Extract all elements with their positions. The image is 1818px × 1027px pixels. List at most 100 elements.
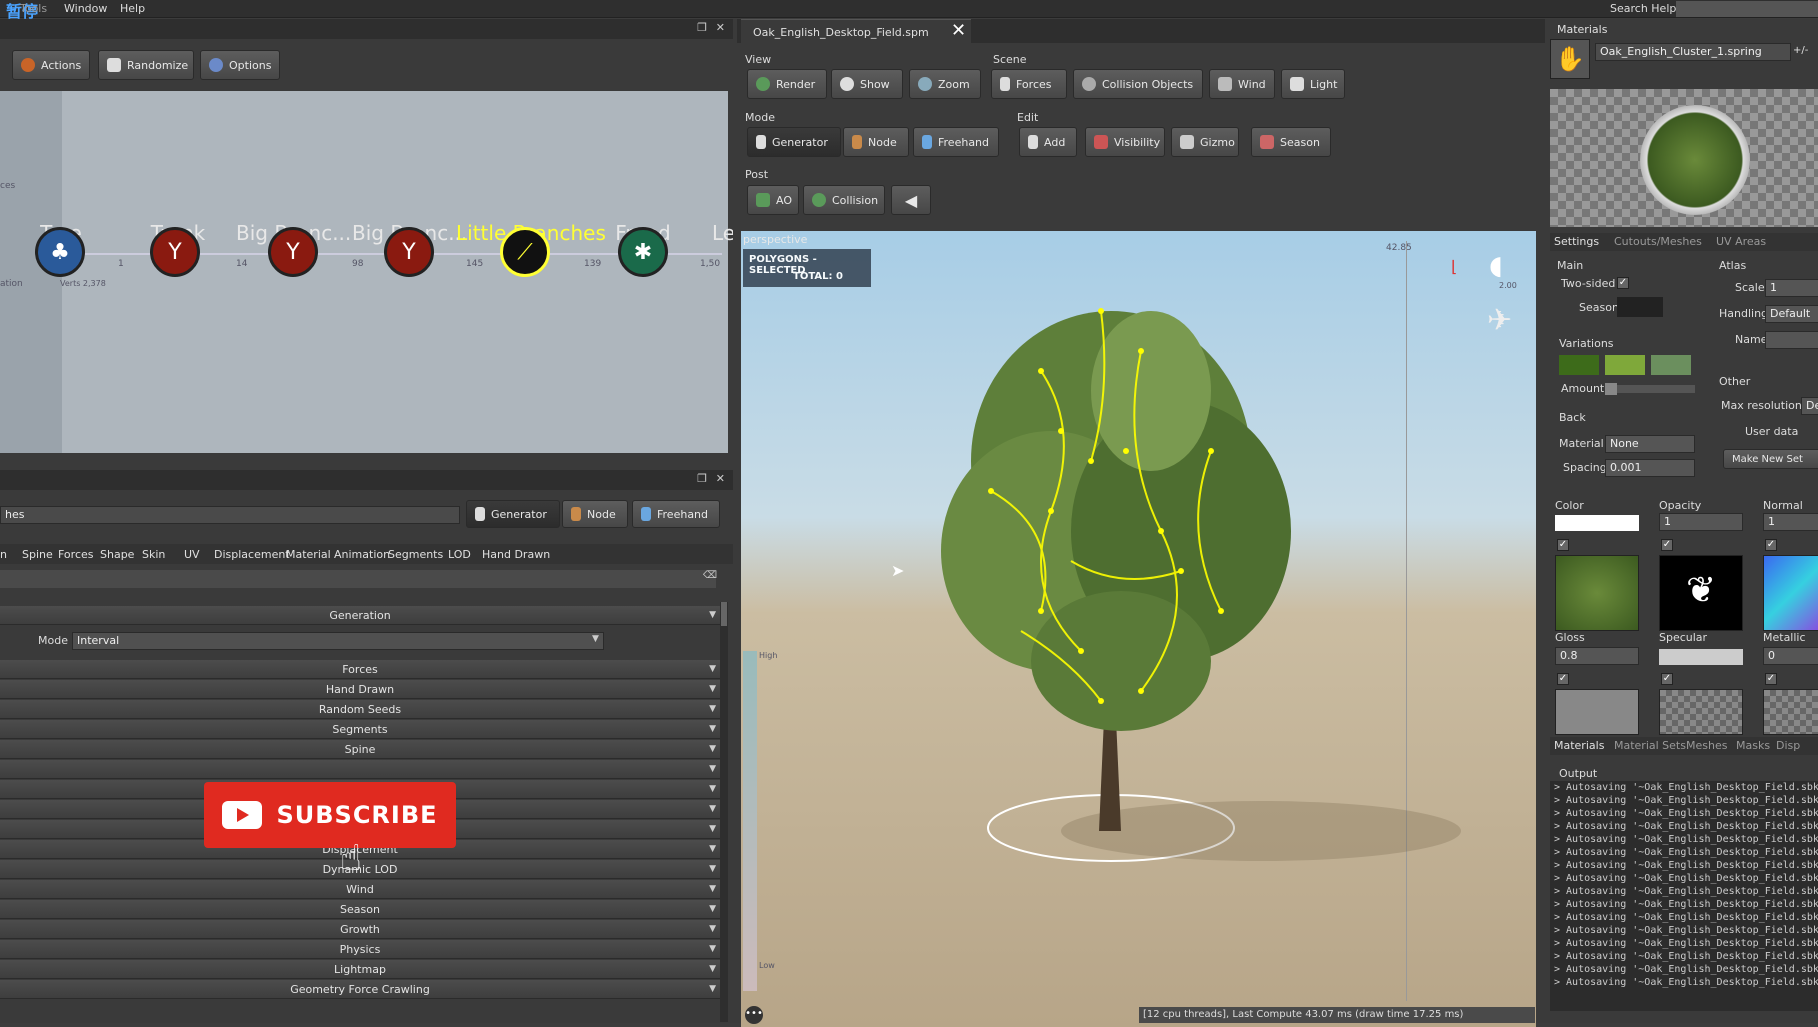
close-icon[interactable]: ✕ — [716, 21, 725, 34]
more-icon[interactable]: ••• — [745, 1006, 763, 1024]
scrollbar[interactable] — [720, 602, 728, 1022]
close-icon[interactable]: ✕ — [951, 20, 966, 41]
output-log[interactable]: > Autosaving '~Oak_English_Desktop_Field… — [1550, 781, 1818, 1011]
tab-material-sets[interactable]: Material Sets — [1614, 739, 1686, 752]
3d-viewport[interactable]: perspective POLYGONS - SELECTED TOTAL: 0… — [741, 231, 1536, 1027]
wind-button[interactable]: Wind — [1209, 69, 1275, 99]
tab-cutouts-meshes[interactable]: Cutouts/Meshes — [1614, 235, 1702, 248]
tab-lod[interactable]: LOD — [448, 548, 471, 561]
render-button[interactable]: Render — [747, 69, 827, 99]
variation-swatch[interactable] — [1605, 355, 1645, 375]
property-section-row[interactable]: Random Seeds ▼ — [0, 700, 720, 719]
name-input[interactable] — [1765, 331, 1818, 349]
forces-button[interactable]: Forces — [991, 69, 1067, 99]
opacity-input[interactable]: 1 — [1659, 513, 1743, 531]
metallic-map-checkbox[interactable]: ✓ — [1765, 673, 1777, 685]
make-new-set-button[interactable]: Make New Set — [1723, 449, 1818, 469]
opacity-map-checkbox[interactable]: ✓ — [1661, 539, 1673, 551]
freehand-mode-button[interactable]: Freehand — [913, 127, 999, 157]
tab-displacement[interactable]: Disp — [1776, 739, 1800, 752]
season-swatch[interactable] — [1617, 297, 1663, 317]
property-section-row[interactable]: Season ▼ — [0, 900, 720, 919]
color-map-thumbnail[interactable] — [1555, 555, 1639, 631]
spacing-input[interactable]: 0.001 — [1605, 459, 1695, 477]
scale-input[interactable]: 1 — [1765, 279, 1818, 297]
metallic-map-thumbnail[interactable] — [1763, 689, 1818, 735]
big-branches-node[interactable]: Y — [268, 227, 318, 277]
specular-swatch[interactable] — [1659, 649, 1743, 665]
trunk-node[interactable]: Y — [150, 227, 200, 277]
node-mode-button[interactable]: Node — [843, 127, 909, 157]
property-section-row[interactable]: Segments ▼ — [0, 720, 720, 739]
tab-hand-drawn[interactable]: Hand Drawn — [482, 548, 550, 561]
tab-uv[interactable]: UV — [184, 548, 200, 561]
property-section-row[interactable]: Wind ▼ — [0, 880, 720, 899]
color-map-checkbox[interactable]: ✓ — [1557, 539, 1569, 551]
hand-icon[interactable]: ✋ — [1550, 39, 1590, 79]
section-generation[interactable]: Generation ▼ — [0, 606, 720, 625]
add-button[interactable]: Add — [1019, 127, 1077, 157]
zoom-button[interactable]: Zoom — [909, 69, 981, 99]
filter-bar[interactable] — [0, 570, 716, 588]
float-icon[interactable]: ❐ — [697, 472, 707, 485]
generator-mode-button[interactable]: Generator — [747, 127, 841, 157]
max-resolution-select[interactable]: Def — [1801, 397, 1818, 415]
property-section-row[interactable]: Geometry Force Crawling ▼ — [0, 980, 720, 999]
tab-spine[interactable]: Spine — [22, 548, 53, 561]
menu-window[interactable]: Window — [64, 2, 107, 15]
frond-node[interactable]: ✱ — [618, 227, 668, 277]
two-sided-checkbox[interactable]: ✓ — [1617, 277, 1629, 289]
mode-select[interactable]: Interval — [72, 632, 604, 650]
menu-tools[interactable]: Tools — [20, 2, 47, 15]
normal-map-checkbox[interactable]: ✓ — [1765, 539, 1777, 551]
property-section-row[interactable]: Hand Drawn ▼ — [0, 680, 720, 699]
node-search-input[interactable]: hes — [0, 506, 460, 524]
back-arrow-button[interactable]: ◀ — [891, 185, 931, 215]
metallic-input[interactable]: 0 — [1763, 647, 1818, 665]
tab-shape[interactable]: Shape — [100, 548, 134, 561]
tab-masks[interactable]: Masks — [1736, 739, 1770, 752]
subscribe-button[interactable]: SUBSCRIBE — [204, 782, 456, 848]
gloss-map-thumbnail[interactable] — [1555, 689, 1639, 735]
property-section-row[interactable]: Growth ▼ — [0, 920, 720, 939]
clear-filter-icon[interactable]: ⌫ — [700, 570, 720, 588]
tab-meshes[interactable]: Meshes — [1686, 739, 1727, 752]
visibility-button[interactable]: Visibility — [1085, 127, 1165, 157]
add-remove-button[interactable]: +/- — [1793, 45, 1808, 56]
specular-map-checkbox[interactable]: ✓ — [1661, 673, 1673, 685]
amount-slider[interactable] — [1605, 383, 1695, 395]
menu-help[interactable]: Help — [120, 2, 145, 15]
property-section-row[interactable]: Forces ▼ — [0, 660, 720, 679]
options-button[interactable]: Options — [200, 50, 280, 80]
gloss-input[interactable]: 0.8 — [1555, 647, 1639, 665]
variation-swatch[interactable] — [1559, 355, 1599, 375]
tab-generation[interactable]: n — [0, 548, 7, 561]
graph-canvas[interactable]: ces ation Tree Trunk Big Branc... Big Br… — [0, 91, 735, 453]
actions-button[interactable]: Actions — [12, 50, 90, 80]
tab-material[interactable]: Material — [286, 548, 331, 561]
property-section-row[interactable]: ▼ — [0, 760, 720, 779]
ao-button[interactable]: AO — [747, 185, 799, 215]
tab-uv-areas[interactable]: UV Areas — [1716, 235, 1766, 248]
big-branches-node[interactable]: Y — [384, 227, 434, 277]
property-section-row[interactable]: Spine ▼ — [0, 740, 720, 759]
search-help-input[interactable] — [1676, 1, 1818, 17]
tab-segments[interactable]: Segments — [388, 548, 443, 561]
season-button[interactable]: Season — [1251, 127, 1331, 157]
opacity-map-thumbnail[interactable]: ❦ — [1659, 555, 1743, 631]
node-mode-button[interactable]: Node — [562, 500, 628, 528]
generator-mode-button[interactable]: Generator — [466, 500, 560, 528]
handling-select[interactable]: Default — [1765, 305, 1818, 323]
property-section-row[interactable]: Lightmap ▼ — [0, 960, 720, 979]
normal-input[interactable]: 1 — [1763, 513, 1818, 531]
collision-button[interactable]: Collision — [803, 185, 885, 215]
close-icon[interactable]: ✕ — [716, 472, 725, 485]
show-button[interactable]: Show — [831, 69, 903, 99]
slider-handle[interactable] — [1605, 383, 1617, 395]
material-select[interactable]: Oak_English_Cluster_1.spring — [1595, 43, 1791, 61]
light-button[interactable]: Light — [1281, 69, 1345, 99]
scrollbar-thumb[interactable] — [721, 602, 727, 626]
randomize-button[interactable]: Randomize — [98, 50, 194, 80]
little-branches-node[interactable]: ⟋ — [500, 227, 550, 277]
collision-objects-button[interactable]: Collision Objects — [1073, 69, 1203, 99]
